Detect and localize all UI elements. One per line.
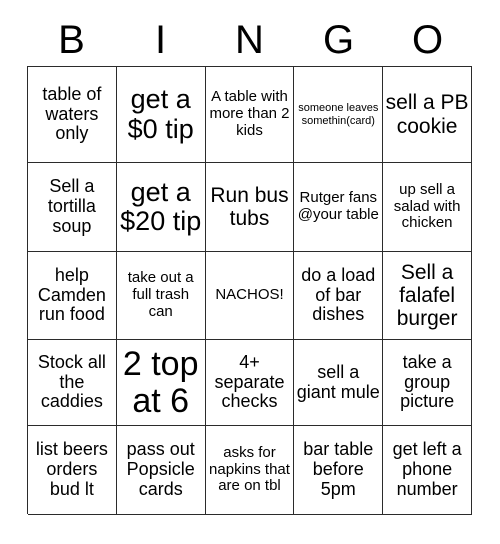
bingo-cell[interactable]: A table with more than 2 kids [205,67,295,163]
bingo-cell-text: sell a PB cookie [385,91,469,138]
bingo-cell-text: someone leaves somethin(card) [298,101,379,127]
bingo-cell[interactable]: 2 top at 6 [116,340,206,426]
bingo-cell-text: take a group picture [400,351,455,412]
bingo-header-letter-i: I [154,18,167,62]
bingo-cell-text: up sell a salad with chicken [393,180,461,232]
bingo-cell[interactable]: Stock all the caddies [28,340,117,426]
bingo-cell-text: pass out Popsicle cards [126,439,195,499]
bingo-cell[interactable]: take a group picture [383,340,472,426]
bingo-cell-text: take out a full trash can [127,269,194,320]
bingo-cell-text: get a $0 tip [127,84,194,144]
bingo-grid: table of waters only get a $0 tip A table … [27,66,472,515]
bingo-cell-text: Stock all the caddies [37,351,106,412]
bingo-cell[interactable]: help Camden run food [28,252,117,340]
bingo-cell-text: get left a phone number [392,439,462,499]
bingo-cell-text: get a $20 tip [120,176,202,236]
bingo-cell[interactable]: Rutger fans @your table [294,163,384,252]
bingo-cell[interactable]: table of waters only [28,67,117,163]
bingo-header-letter-n: N [235,18,264,62]
bingo-cell[interactable]: list beers orders bud lt [28,426,117,515]
bingo-header-row: B I N G O [27,14,472,66]
bingo-cell-text: sell a giant mule [296,361,380,402]
bingo-cell[interactable]: Sell a tortilla soup [28,163,117,252]
bingo-cell-text: do a load of bar dishes [301,264,376,325]
bingo-cell-text: Run bus tubs [210,183,289,230]
bingo-cell[interactable]: asks for napkins that are on tbl [205,426,295,515]
bingo-cell-text: asks for napkins that are on tbl [209,443,290,495]
bingo-cell[interactable]: NACHOS! [205,252,295,340]
bingo-header-letter-o: O [411,18,444,62]
bingo-cell-text: list beers orders bud lt [35,439,108,499]
bingo-cell[interactable]: get a $20 tip [116,163,206,252]
bingo-cell[interactable]: get a $0 tip [116,67,206,163]
bingo-cell[interactable]: sell a giant mule [294,340,384,426]
bingo-cell[interactable]: Run bus tubs [205,163,295,252]
bingo-cell[interactable]: up sell a salad with chicken [383,163,472,252]
bingo-card: B I N G O table of waters only get a $0 t… [0,0,500,544]
bingo-cell[interactable]: get left a phone number [383,426,472,515]
bingo-cell-text: Rutger fans @your table [297,189,379,223]
bingo-cell-text: bar table before 5pm [303,439,374,499]
bingo-cell-text: 2 top at 6 [122,344,199,420]
bingo-cell[interactable]: take out a full trash can [116,252,206,340]
bingo-cell-text: A table with more than 2 kids [209,88,290,139]
bingo-header-letter-g: G [322,18,355,62]
bingo-cell[interactable]: bar table before 5pm [294,426,384,515]
bingo-cell[interactable]: 4+ separate checks [205,340,295,426]
bingo-cell[interactable]: Sell a falafel burger [383,252,472,340]
bingo-cell[interactable]: someone leaves somethin(card) [294,67,384,163]
bingo-cell[interactable]: do a load of bar dishes [294,252,384,340]
bingo-cell-text: Sell a tortilla soup [47,176,96,236]
bingo-cell-text: table of waters only [42,83,102,144]
bingo-cell[interactable]: pass out Popsicle cards [116,426,206,515]
bingo-cell-text: help Camden run food [37,264,106,325]
bingo-header-letter-b: B [58,18,85,62]
bingo-cell-text: Sell a falafel burger [396,260,458,331]
bingo-cell-text: 4+ separate checks [214,351,285,412]
bingo-cell-text: NACHOS! [215,286,284,304]
bingo-cell[interactable]: sell a PB cookie [383,67,472,163]
